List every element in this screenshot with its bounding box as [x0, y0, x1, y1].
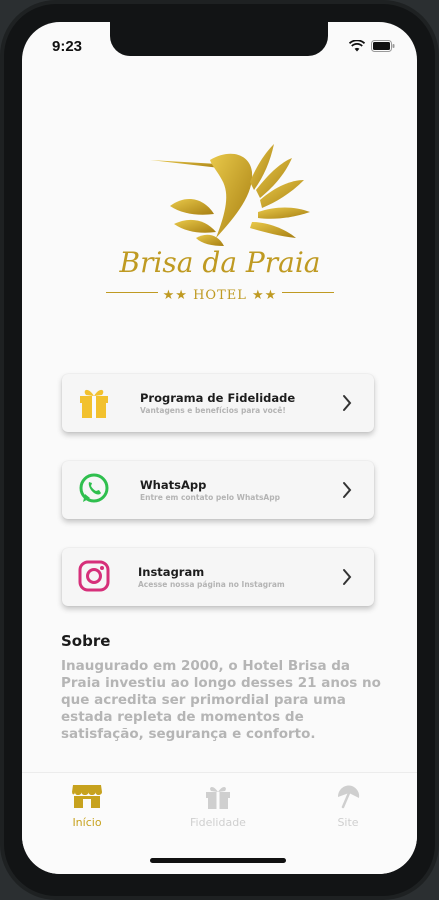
hummingbird-logo-icon	[150, 144, 310, 246]
about-text: Inaugurado em 2000, o Hotel Brisa da Pra…	[61, 658, 381, 742]
tab-loyalty[interactable]: Fidelidade	[168, 783, 268, 829]
chevron-right-icon	[343, 482, 352, 498]
whatsapp-icon	[79, 473, 109, 503]
tab-home[interactable]: Início	[37, 783, 137, 829]
about-title: Sobre	[61, 632, 111, 650]
tab-label: Início	[72, 816, 102, 829]
gift-icon	[80, 389, 108, 418]
home-indicator[interactable]	[150, 858, 286, 863]
beach-umbrella-icon	[338, 785, 360, 809]
chevron-right-icon	[343, 395, 352, 411]
loyalty-program-card[interactable]: Programa de Fidelidade Vantagens e benef…	[62, 374, 374, 432]
notch	[110, 22, 328, 56]
phone-frame: 9:23 Brisa da Praia ★★ HOTEL ★★ Programa…	[0, 0, 439, 900]
card-title: Instagram	[138, 565, 205, 579]
store-icon	[72, 785, 102, 808]
gift-icon	[206, 786, 230, 809]
status-icons	[349, 40, 395, 52]
chevron-right-icon	[343, 569, 352, 585]
tab-label: Fidelidade	[190, 816, 246, 829]
instagram-card[interactable]: Instagram Acesse nossa página no Instagr…	[62, 548, 374, 606]
app-screen: 9:23 Brisa da Praia ★★ HOTEL ★★ Programa…	[22, 22, 417, 874]
brand-sub: ★★ HOTEL ★★	[100, 284, 340, 303]
battery-icon	[371, 40, 395, 52]
wifi-icon	[349, 40, 365, 52]
brand-name: Brisa da Praia	[119, 246, 321, 279]
whatsapp-card[interactable]: WhatsApp Entre em contato pelo WhatsApp	[62, 461, 374, 519]
phone-bezel: 9:23 Brisa da Praia ★★ HOTEL ★★ Programa…	[4, 4, 435, 896]
hotel-logo: Brisa da Praia ★★ HOTEL ★★	[100, 142, 340, 303]
card-title: Programa de Fidelidade	[140, 391, 296, 405]
tab-label: Site	[337, 816, 359, 829]
card-subtitle: Acesse nossa página no Instagram	[138, 580, 285, 589]
instagram-icon	[78, 560, 110, 592]
status-time: 9:23	[52, 38, 83, 55]
tab-site[interactable]: Site	[298, 783, 398, 829]
brand-sub-text: ★★ HOTEL ★★	[162, 288, 278, 303]
card-subtitle: Entre em contato pelo WhatsApp	[140, 493, 280, 502]
card-subtitle: Vantagens e benefícios para você!	[140, 406, 286, 415]
card-title: WhatsApp	[140, 478, 207, 492]
